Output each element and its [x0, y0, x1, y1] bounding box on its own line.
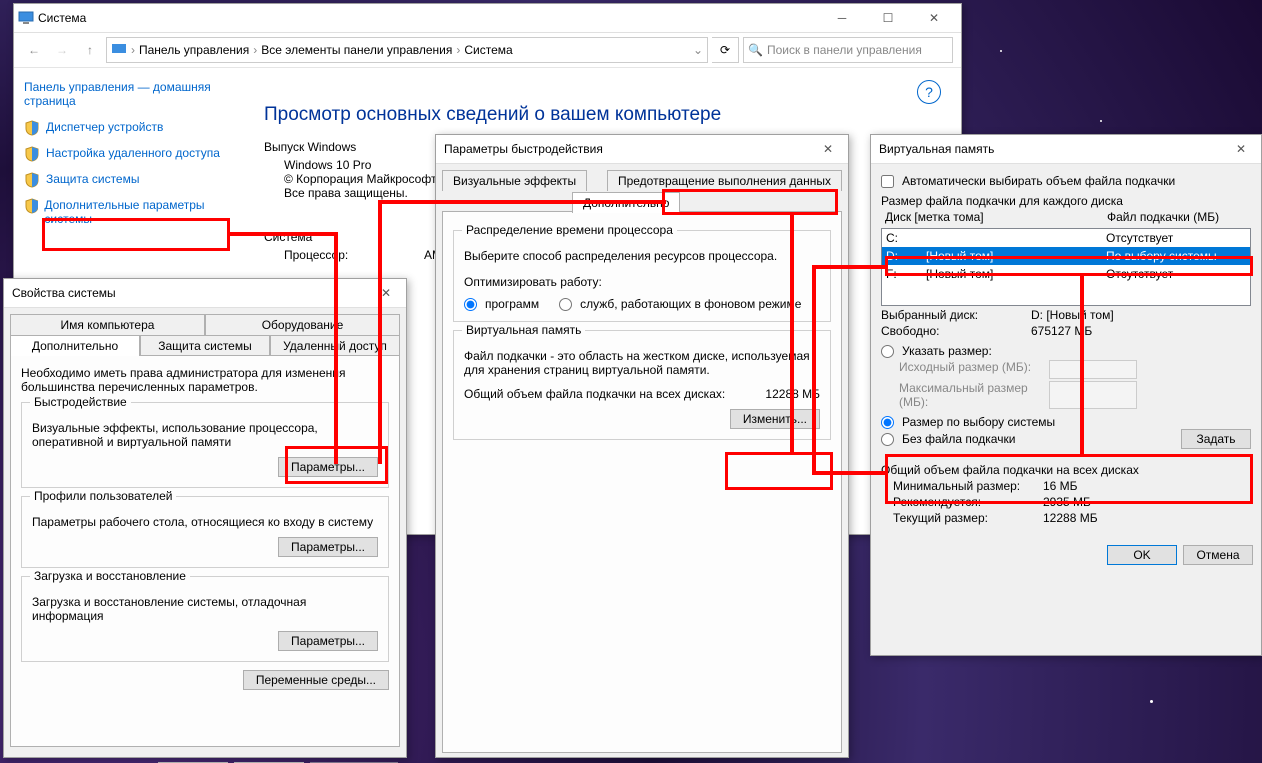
close-button[interactable]: ✕ [911, 4, 957, 32]
boot-settings-button[interactable]: Параметры... [278, 631, 378, 651]
performance-settings-button[interactable]: Параметры... [278, 457, 378, 477]
breadcrumb[interactable]: ›Панель управления ›Все элементы панели … [106, 37, 708, 63]
tab-visual-effects[interactable]: Визуальные эффекты [442, 170, 587, 191]
sidebar-item-protection[interactable]: Защита системы [24, 172, 234, 188]
sidebar-item-remote[interactable]: Настройка удаленного доступа [24, 146, 234, 162]
env-vars-button[interactable]: Переменные среды... [243, 670, 389, 690]
up-button[interactable]: ↑ [78, 38, 102, 62]
tab-protection[interactable]: Защита системы [140, 335, 270, 356]
max-size-input [1049, 381, 1137, 409]
search-input[interactable]: 🔍 Поиск в панели управления [743, 37, 953, 63]
change-button[interactable]: Изменить... [730, 409, 820, 429]
scheduling-group: Распределение времени процессора Выберит… [453, 230, 831, 322]
set-button[interactable]: Задать [1181, 429, 1251, 449]
intro-text: Необходимо иметь права администратора дл… [21, 366, 389, 394]
disk-row[interactable]: F:[Новый том]Отсутствует [882, 265, 1250, 283]
titlebar: Виртуальная память ✕ [871, 135, 1261, 164]
profiles-settings-button[interactable]: Параметры... [278, 537, 378, 557]
close-button[interactable]: ✕ [370, 279, 402, 307]
auto-manage-checkbox[interactable]: Автоматически выбирать объем файла подка… [881, 174, 1251, 188]
tab-dep[interactable]: Предотвращение выполнения данных [607, 170, 842, 191]
back-button[interactable]: ← [22, 38, 46, 62]
tab-hardware[interactable]: Оборудование [205, 314, 400, 335]
tabs: Визуальные эффекты Дополнительно Предотв… [442, 170, 842, 191]
help-icon[interactable]: ? [917, 80, 941, 104]
page-title: Просмотр основных сведений о вашем компь… [264, 104, 941, 126]
titlebar: Параметры быстродействия ✕ [436, 135, 848, 164]
tab-advanced[interactable]: Дополнительно [572, 192, 680, 213]
disk-list[interactable]: C:Отсутствует D:[Новый том]По выбору сис… [881, 228, 1251, 306]
radio-custom-size[interactable]: Указать размер: [881, 344, 1251, 358]
virtual-memory-dialog: Виртуальная память ✕ Автоматически выбир… [870, 134, 1262, 656]
tabs-row1: Имя компьютера Оборудование [10, 314, 400, 335]
sidebar: Панель управления — домашняя страница Ди… [14, 68, 244, 274]
computer-icon [111, 42, 127, 58]
sidebar-item-device-manager[interactable]: Диспетчер устройств [24, 120, 234, 136]
system-properties-dialog: Свойства системы ✕ Имя компьютера Оборуд… [3, 278, 407, 758]
boot-group: Загрузка и восстановление Загрузка и вос… [21, 576, 389, 662]
chevron-down-icon[interactable]: ⌄ [693, 43, 703, 57]
computer-icon [18, 10, 34, 26]
radio-programs[interactable]: программ [464, 297, 539, 311]
shield-icon [24, 146, 40, 162]
virtual-memory-group: Виртуальная память Файл подкачки - это о… [453, 330, 831, 440]
tab-advanced[interactable]: Дополнительно [10, 335, 140, 356]
disk-row[interactable]: C:Отсутствует [882, 229, 1250, 247]
radio-no-paging[interactable]: Без файла подкачки [881, 432, 1181, 446]
shield-icon [24, 172, 40, 188]
titlebar: Система ─ ☐ ✕ [14, 4, 961, 33]
cancel-button[interactable]: Отмена [1183, 545, 1253, 565]
tab-computer-name[interactable]: Имя компьютера [10, 314, 205, 335]
control-panel-home-link[interactable]: Панель управления — домашняя страница [24, 80, 234, 108]
ok-button[interactable]: OK [1107, 545, 1177, 565]
disk-row[interactable]: D:[Новый том]По выбору системы [882, 247, 1250, 265]
radio-services[interactable]: служб, работающих в фоновом режиме [559, 297, 801, 311]
maximize-button[interactable]: ☐ [865, 4, 911, 32]
window-title: Система [34, 11, 819, 25]
shield-icon [24, 120, 40, 136]
minimize-button[interactable]: ─ [819, 4, 865, 32]
close-button[interactable]: ✕ [812, 135, 844, 163]
close-button[interactable]: ✕ [1225, 135, 1257, 163]
radio-system-managed[interactable]: Размер по выбору системы [881, 415, 1251, 429]
titlebar: Свойства системы ✕ [4, 279, 406, 308]
refresh-button[interactable]: ⟳ [712, 37, 739, 63]
tabs-row2: Дополнительно Защита системы Удаленный д… [10, 335, 400, 356]
disk-list-header: Диск [метка тома]Файл подкачки (МБ) [881, 208, 1251, 226]
search-icon: 🔍 [748, 43, 763, 57]
shield-icon [24, 198, 38, 214]
sidebar-item-advanced[interactable]: Дополнительные параметры системы [24, 198, 234, 226]
forward-button[interactable]: → [50, 38, 74, 62]
performance-group: Быстродействие Визуальные эффекты, испол… [21, 402, 389, 488]
toolbar: ← → ↑ ›Панель управления ›Все элементы п… [14, 33, 961, 68]
performance-options-dialog: Параметры быстродействия ✕ Визуальные эф… [435, 134, 849, 758]
profiles-group: Профили пользователей Параметры рабочего… [21, 496, 389, 568]
tab-remote[interactable]: Удаленный доступ [270, 335, 400, 356]
initial-size-input [1049, 360, 1137, 379]
